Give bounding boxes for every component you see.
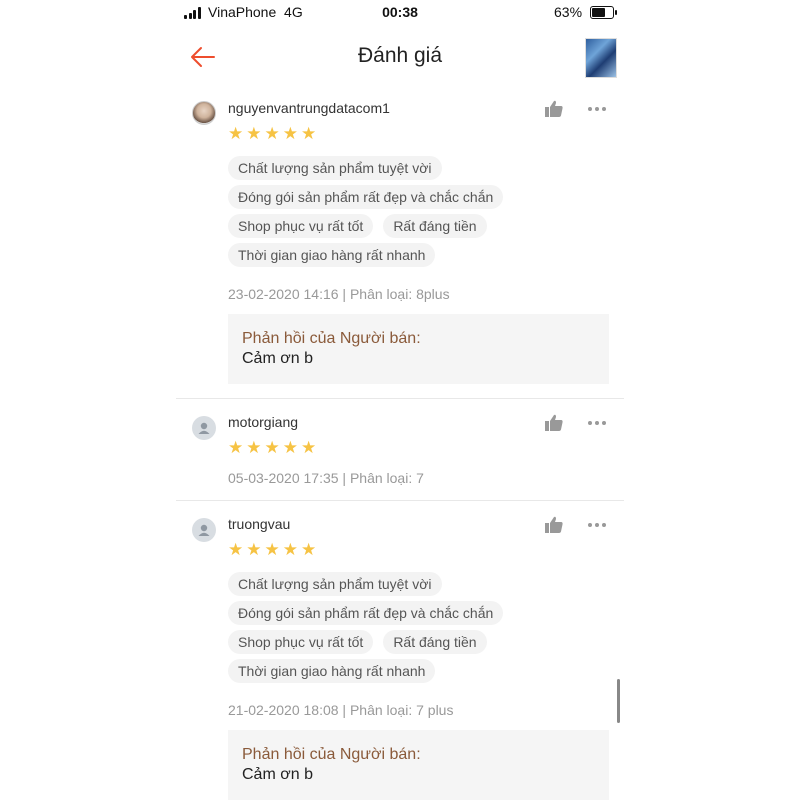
review-tag[interactable]: Đóng gói sản phẩm rất đẹp và chắc chắn <box>228 601 504 625</box>
like-button[interactable] <box>544 516 564 534</box>
scrollbar[interactable] <box>617 679 620 723</box>
review-tag[interactable]: Shop phục vụ rất tốt <box>228 630 374 654</box>
review-tag[interactable]: Chất lượng sản phẩm tuyệt vời <box>228 572 442 596</box>
avatar <box>192 518 216 542</box>
thumbs-up-icon <box>545 516 563 533</box>
star-icon: ★ <box>282 540 298 559</box>
star-icon: ★ <box>301 540 317 559</box>
review-item: truongvau ★ ★ ★ ★ ★ Chất lượng sản phẩm tuyệ… <box>176 0 624 800</box>
review-meta: 21-02-2020 18:08 | Phân loại: 7 plus <box>228 702 454 718</box>
more-button[interactable] <box>588 520 612 530</box>
review-tag[interactable]: Thời gian giao hàng rất nhanh <box>228 659 436 683</box>
star-icon: ★ <box>246 540 262 559</box>
review-tags: Chất lượng sản phẩm tuyệt vời Đóng gói s… <box>228 572 608 688</box>
star-icon: ★ <box>264 540 280 559</box>
more-icon <box>588 523 592 527</box>
review-tag[interactable]: Rất đáng tiền <box>383 630 487 654</box>
app-screen: VinaPhone 4G 00:38 63% Đánh giá nguyenva… <box>176 0 624 800</box>
review-username: truongvau <box>228 516 291 532</box>
rating-stars: ★ ★ ★ ★ ★ <box>228 541 316 558</box>
default-avatar-icon <box>198 524 210 536</box>
seller-reply-label: Phản hồi của Người bán: <box>242 746 421 763</box>
star-icon: ★ <box>228 540 244 559</box>
seller-reply: Phản hồi của Người bán: Cảm ơn b <box>228 730 609 800</box>
seller-reply-text: Cảm ơn b <box>242 766 313 783</box>
